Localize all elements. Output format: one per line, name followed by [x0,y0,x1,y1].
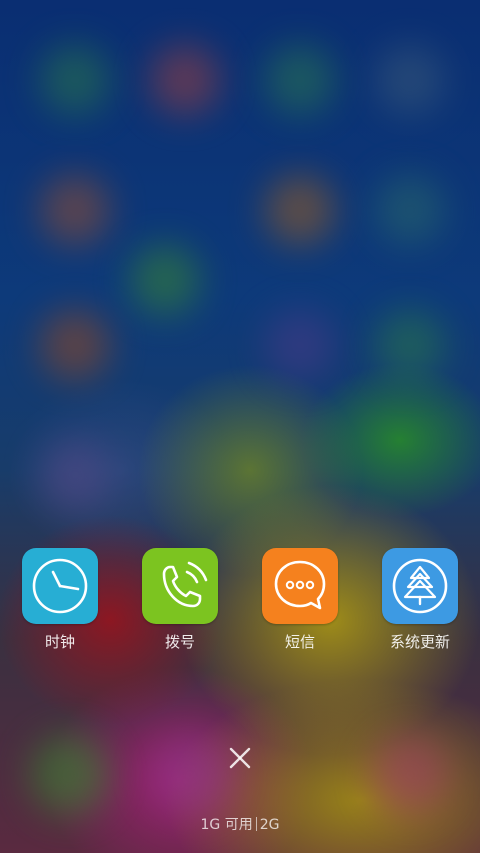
dialer-app-icon[interactable] [142,548,218,624]
blurred-app-shape [40,310,110,380]
blurred-app-shape [40,175,110,245]
memory-available: 1G 可用 [200,817,253,833]
blurred-app-shape [150,45,220,115]
app-dialer[interactable]: 拨号 [120,548,240,652]
app-shortcut-row: 时钟 拨号 短信 系统更新 [0,548,480,658]
system-update-app-icon[interactable] [382,548,458,624]
blurred-app-shape [265,310,335,380]
app-system-update[interactable]: 系统更新 [360,548,480,652]
messages-app-icon[interactable] [262,548,338,624]
blurred-app-shape [375,310,445,380]
memory-separator [255,817,257,831]
blurred-app-shape [265,175,335,245]
close-recents-button[interactable] [222,740,258,776]
update-tree-icon [392,558,448,614]
blurred-app-shape [375,175,445,245]
blurred-app-shape [40,45,110,115]
blurred-app-shape [265,45,335,115]
app-label: 拨号 [164,633,195,651]
memory-status: 1G 可用 2G [0,815,480,835]
clock-app-icon[interactable] [22,548,98,624]
blurred-wallpaper [0,0,480,853]
app-label: 时钟 [44,633,75,651]
blurred-app-shape [370,735,450,815]
app-label: 系统更新 [389,633,450,651]
blurred-app-shape [30,735,110,815]
clock-icon [32,558,88,614]
close-icon [229,747,251,769]
memory-total: 2G [259,817,280,833]
message-icon [274,560,326,610]
app-clock[interactable]: 时钟 [0,548,120,652]
blurred-app-shape [375,45,445,115]
blurred-app-shape [130,245,200,315]
app-messages[interactable]: 短信 [240,548,360,652]
app-label: 短信 [284,633,315,651]
blurred-app-shape [40,440,110,510]
phone-icon [162,561,208,608]
blurred-app-shape [150,735,230,815]
